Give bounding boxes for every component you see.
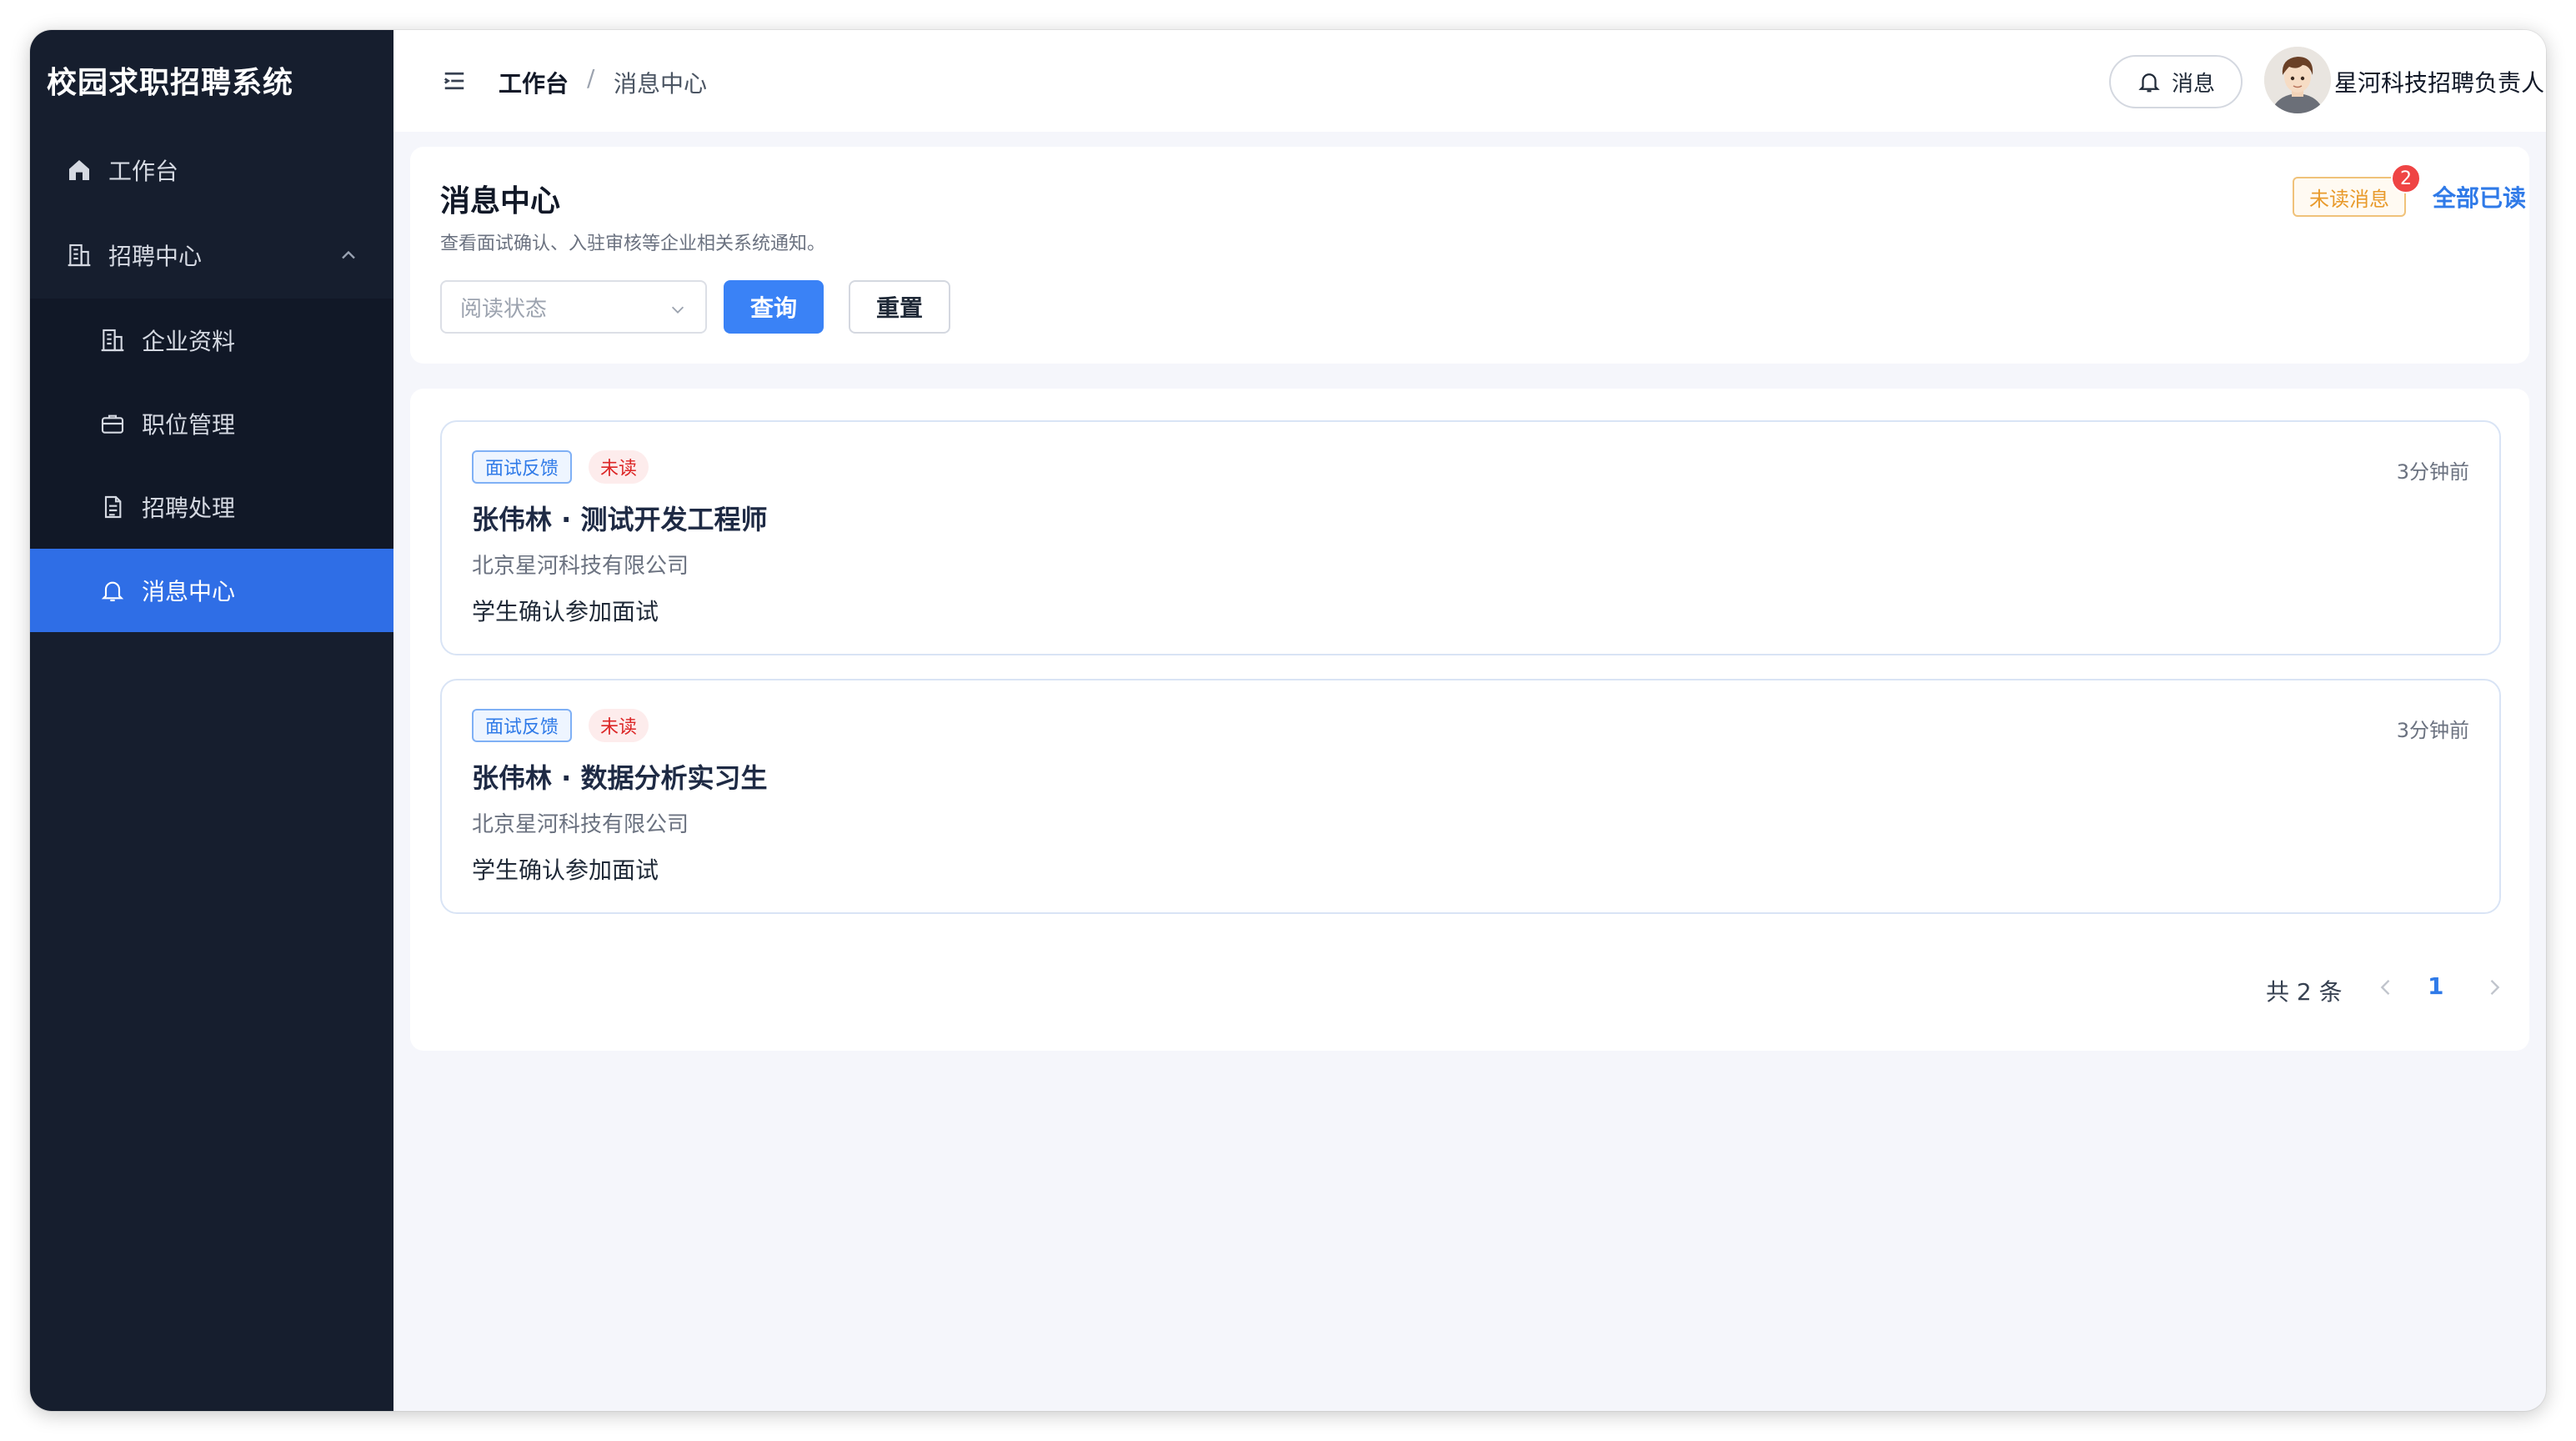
chevron-left-icon[interactable] [2374,976,2398,999]
read-status-placeholder: 阅读状态 [460,296,548,322]
sidebar-item-label: 工作台 [108,158,179,185]
sidebar-item-label: 招聘中心 [108,243,203,270]
message-status-tag: 未读 [589,709,649,742]
app-window: 校园求职招聘系统 工作台 招聘中心 企业资料 职位管理 招聘处理 消息中心 工作… [30,30,2546,1411]
message-item[interactable]: 面试反馈 未读 3分钟前 张伟林 · 数据分析实习生 北京星河科技有限公司 学生… [440,679,2501,914]
breadcrumb-current: 消息中心 [614,70,708,98]
breadcrumb-separator: / [587,64,595,92]
bell-icon [2138,73,2160,93]
reset-button[interactable]: 重置 [849,280,950,334]
message-time: 3分钟前 [2396,719,2469,742]
page-title: 消息中心 [440,184,561,218]
message-item[interactable]: 面试反馈 未读 3分钟前 张伟林 · 测试开发工程师 北京星河科技有限公司 学生… [440,420,2501,655]
building-icon [65,241,93,269]
unread-count-badge: 2 [2391,163,2421,193]
message-company: 北京星河科技有限公司 [472,554,689,579]
briefcase-icon [98,409,127,438]
filter-card: 消息中心 查看面试确认、入驻审核等企业相关系统通知。 未读消息 2 全部已读 阅… [410,147,2529,364]
message-list-card: 面试反馈 未读 3分钟前 张伟林 · 测试开发工程师 北京星河科技有限公司 学生… [410,389,2529,1051]
message-content: 学生确认参加面试 [472,856,659,884]
document-icon [98,493,127,521]
sidebar-item-recruit-processing[interactable]: 招聘处理 [30,465,393,549]
sidebar-item-label: 企业资料 [142,328,236,355]
messages-button-label: 消息 [2171,71,2215,97]
building-icon [98,326,127,354]
page-description: 查看面试确认、入驻审核等企业相关系统通知。 [440,233,826,254]
unread-messages-tag[interactable]: 未读消息 [2293,177,2406,217]
user-name[interactable]: 星河科技招聘负责人 [2334,65,2544,98]
chevron-down-icon [671,306,684,314]
message-type-tag: 面试反馈 [472,450,573,484]
message-status-tag: 未读 [589,450,649,484]
sidebar-item-company-profile[interactable]: 企业资料 [30,299,393,382]
bell-icon [98,576,127,605]
sidebar: 校园求职招聘系统 工作台 招聘中心 企业资料 职位管理 招聘处理 消息中心 [30,30,393,1411]
sidebar-item-label: 消息中心 [142,578,236,605]
message-company: 北京星河科技有限公司 [472,812,689,837]
sidebar-item-label: 职位管理 [142,411,236,439]
pagination-total: 共 2 条 [2266,978,2343,1006]
app-title: 校园求职招聘系统 [47,66,294,100]
chevron-right-icon[interactable] [2483,976,2506,999]
top-header: 工作台 / 消息中心 消息 星河科技招聘负责人 [393,30,2546,132]
messages-button[interactable]: 消息 [2109,55,2243,108]
message-time: 3分钟前 [2396,460,2469,484]
read-status-select[interactable]: 阅读状态 [440,280,707,334]
message-content: 学生确认参加面试 [472,598,659,625]
query-button[interactable]: 查询 [724,280,824,334]
sidebar-item-job-management[interactable]: 职位管理 [30,382,393,465]
sidebar-item-label: 招聘处理 [142,495,236,522]
menu-toggle-icon[interactable] [442,68,467,93]
mark-all-read-link[interactable]: 全部已读 [2433,180,2526,213]
sidebar-item-recruit-center[interactable]: 招聘中心 [30,213,393,297]
message-title: 张伟林 · 数据分析实习生 [472,762,768,794]
home-icon [65,156,93,184]
sidebar-item-message-center[interactable]: 消息中心 [30,549,393,632]
chevron-up-icon [342,250,355,259]
message-title: 张伟林 · 测试开发工程师 [472,504,768,535]
sidebar-item-workbench[interactable]: 工作台 [30,128,393,212]
pagination-page-1[interactable]: 1 [2428,972,2443,1000]
message-type-tag: 面试反馈 [472,709,573,742]
breadcrumb-workbench[interactable]: 工作台 [499,66,569,99]
avatar[interactable] [2264,47,2331,113]
